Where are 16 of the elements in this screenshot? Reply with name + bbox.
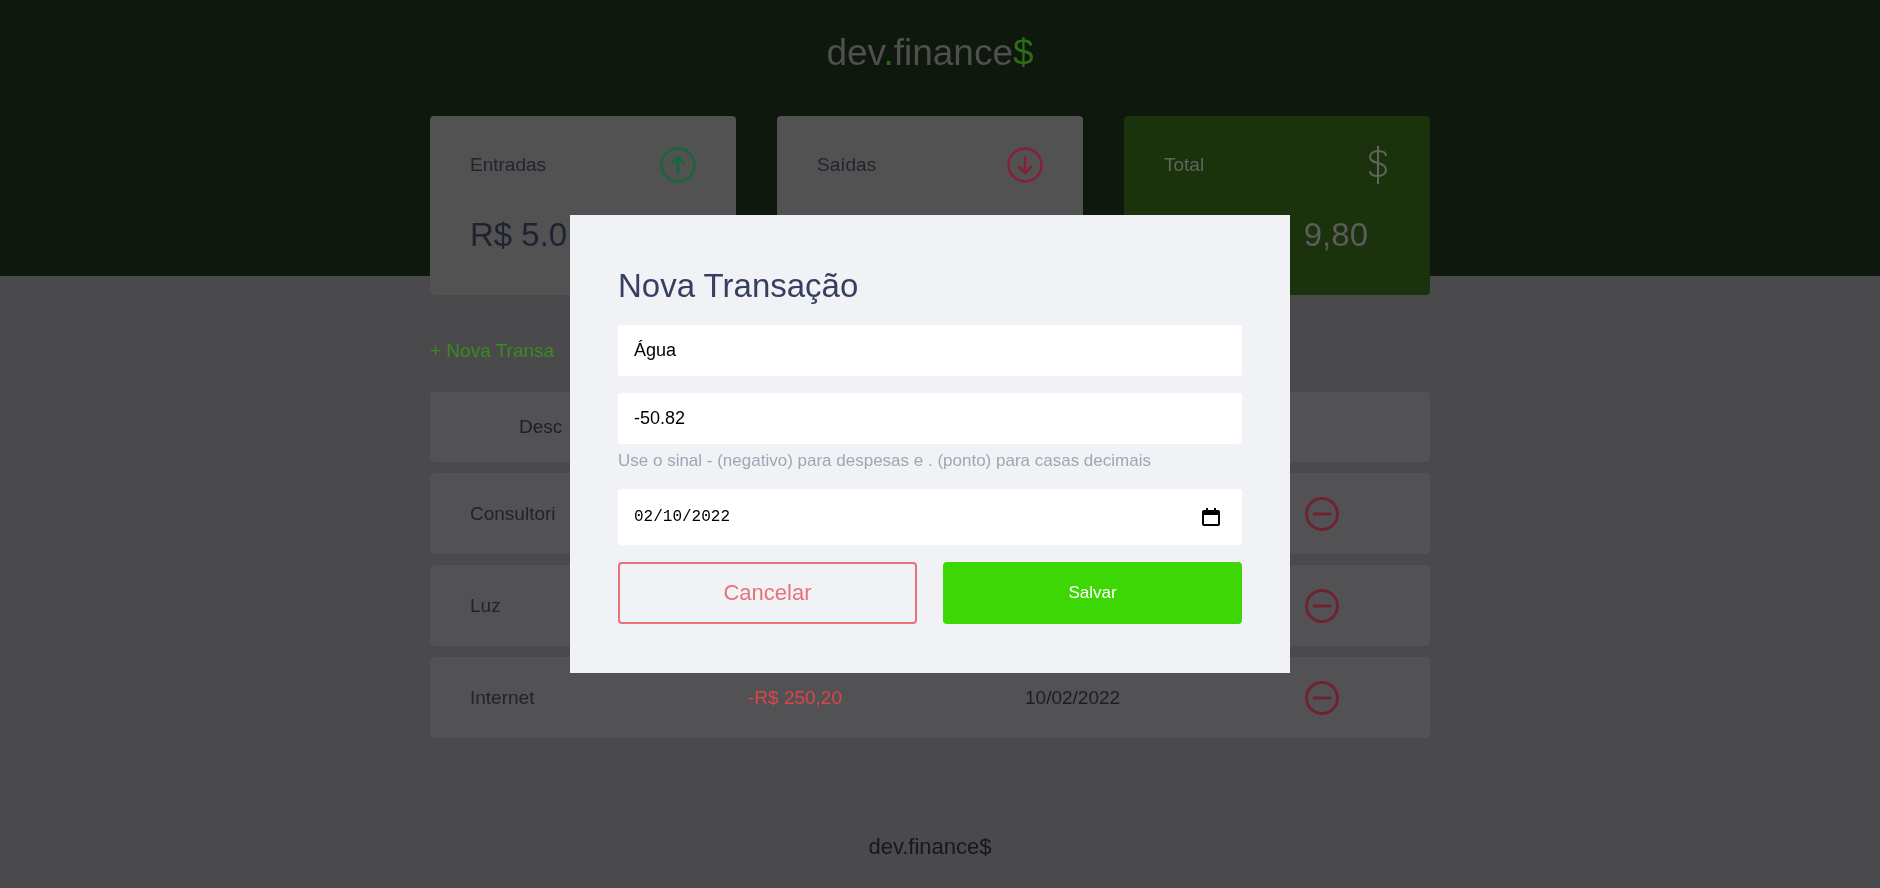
dollar-icon <box>1366 145 1390 185</box>
modal-title: Nova Transação <box>618 266 859 306</box>
card-label: Total <box>1164 153 1205 177</box>
date-field[interactable]: 02/10/2022 <box>618 489 1242 545</box>
card-value: 9,80 <box>1303 215 1368 255</box>
input-field[interactable]: -50.82 <box>618 393 1242 444</box>
arrow-down-circle-icon <box>1007 147 1043 183</box>
help-text: Use o sinal - (negativo) para despesas e . (ponto) para casas decimais <box>618 450 1151 472</box>
minus-circle-icon[interactable] <box>1305 680 1339 715</box>
input-field[interactable]: Água <box>618 325 1242 376</box>
minus-circle-icon[interactable] <box>1305 588 1339 623</box>
transaction-amount: -R$ 250,20 <box>748 685 842 710</box>
calendar-icon <box>1202 508 1220 526</box>
logo: dev.finance$ <box>826 31 1034 75</box>
arrow-up-circle-icon <box>660 147 696 183</box>
minus-circle-icon[interactable] <box>1305 496 1339 531</box>
